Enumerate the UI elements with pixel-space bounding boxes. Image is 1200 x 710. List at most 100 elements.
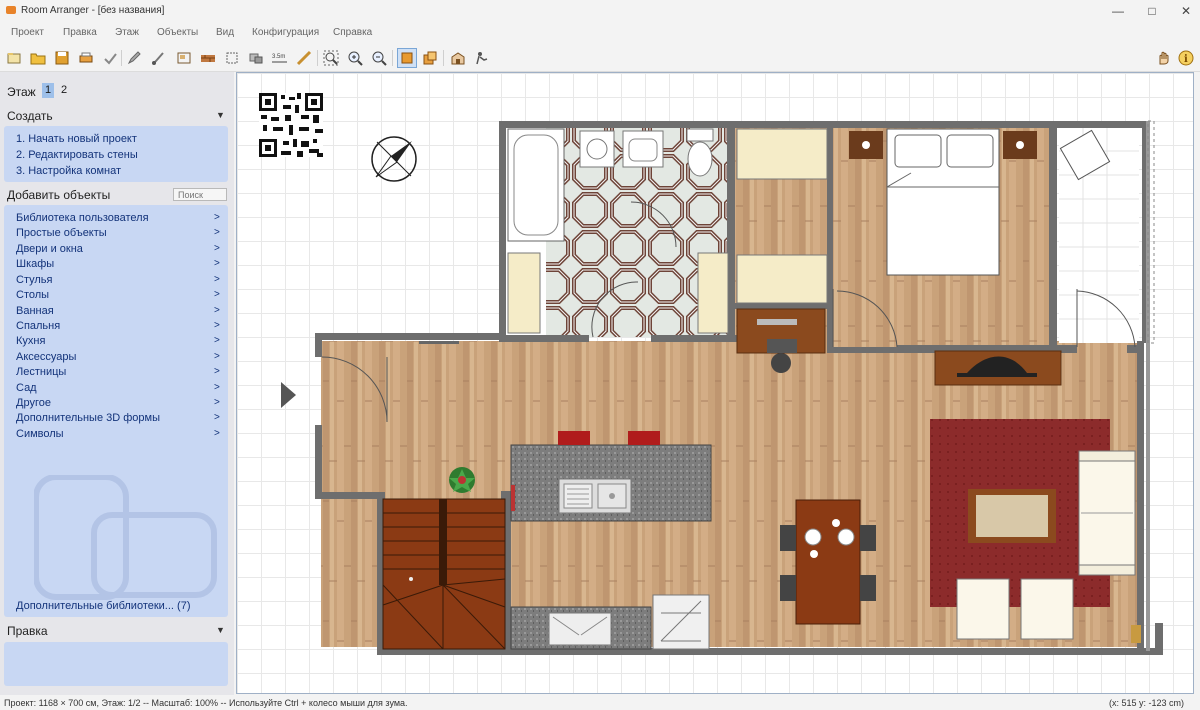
wall-icon[interactable] [199,49,217,67]
chevron-right-icon: > [214,320,220,331]
menu-config[interactable]: Конфигурация [252,27,319,38]
pencil-icon[interactable] [125,49,143,67]
chevron-right-icon: > [214,289,220,300]
wardrobe [736,254,828,304]
floor-tab-1[interactable]: 1 [42,83,54,98]
svg-text:i: i [1184,54,1188,65]
library-chairs[interactable]: Стулья [16,274,52,286]
window-title: Room Arranger - [без названия] [21,5,165,16]
collapse-arrow-icon[interactable]: ▼ [216,110,225,120]
menu-floor[interactable]: Этаж [115,27,139,38]
edit-section-title[interactable]: Правка [7,624,48,638]
create-item-room-settings[interactable]: 3. Настройка комнат [16,165,121,177]
create-section-title[interactable]: Создать [7,109,53,123]
lamp [1131,625,1141,643]
more-libraries-link[interactable]: Дополнительные библиотеки... (7) [16,600,190,612]
app-icon [6,6,16,14]
library-bathroom[interactable]: Ванная [16,305,54,317]
save-icon[interactable] [53,49,71,67]
search-input[interactable] [173,188,227,201]
desk [736,308,826,354]
open-folder-icon[interactable] [29,49,47,67]
minimize-button[interactable]: — [1101,2,1135,20]
menu-view[interactable]: Вид [216,27,234,38]
print-icon[interactable] [77,49,95,67]
menu-objects[interactable]: Объекты [157,27,198,38]
menu-project[interactable]: Проект [11,27,44,38]
toolbar-separator [121,50,122,66]
menu-help[interactable]: Справка [333,27,372,38]
walkthrough-icon[interactable] [473,49,491,67]
brush-icon[interactable] [149,49,167,67]
hand-tool-icon[interactable] [1154,49,1172,67]
3d-view-icon[interactable] [449,49,467,67]
ruler-icon[interactable] [295,49,313,67]
library-user[interactable]: Библиотека пользователя [16,212,149,224]
select-tool-icon[interactable] [101,49,119,67]
toilet [686,128,714,177]
chevron-right-icon: > [214,382,220,393]
toolbar-separator [443,50,444,66]
staircase [382,498,506,650]
menu-edit[interactable]: Правка [63,27,97,38]
plant-icon [449,467,475,493]
coffee-table [968,489,1056,543]
chevron-right-icon: > [214,305,220,316]
bath-cabinet [507,252,541,334]
bar-stool [628,431,660,445]
chevron-right-icon: > [214,366,220,377]
add-objects-title: Добавить объекты [7,188,111,202]
library-accessories[interactable]: Аксессуары [16,351,76,363]
zoom-in-icon[interactable] [346,49,364,67]
info-icon[interactable]: i [1177,49,1195,67]
watermark-logo [34,475,217,600]
menu-bar: Проект Правка Этаж Объекты Вид Конфигура… [0,24,1200,42]
library-stairs[interactable]: Лестницы [16,366,66,378]
armchair [1020,578,1074,640]
library-simple-objects[interactable]: Простые объекты [16,227,107,239]
library-kitchen[interactable]: Кухня [16,335,45,347]
library-bedroom[interactable]: Спальня [16,320,60,332]
library-tables[interactable]: Столы [16,289,49,301]
chevron-right-icon: > [214,335,220,346]
library-garden[interactable]: Сад [16,382,37,394]
status-bar: Проект: 1168 × 700 см, Этаж: 1/2 -- Масш… [0,696,1200,710]
close-button[interactable]: ✕ [1169,2,1200,20]
chevron-right-icon: > [214,274,220,285]
library-3d-shapes[interactable]: Дополнительные 3D формы [16,412,160,424]
layers-icon[interactable] [421,49,439,67]
measure-icon[interactable]: 3.5m [271,49,289,67]
entrance-arrow-icon [281,382,296,408]
toolbar-separator [392,50,393,66]
chevron-right-icon: > [214,227,220,238]
library-doors-windows[interactable]: Двери и окна [16,243,83,255]
chevron-right-icon: > [214,351,220,362]
create-item-new-project[interactable]: 1. Начать новый проект [16,133,137,145]
2d-view-icon[interactable] [397,48,417,68]
chevron-right-icon: > [214,428,220,439]
edit-section [4,642,228,686]
dimension-icon[interactable] [223,49,241,67]
kitchen-island [510,444,712,522]
svg-text:3.5m: 3.5m [272,54,285,60]
zoom-out-icon[interactable] [370,49,388,67]
group-icon[interactable] [247,49,265,67]
library-cabinets[interactable]: Шкафы [16,258,54,270]
floor-plan[interactable] [237,73,1193,693]
library-symbols[interactable]: Символы [16,428,64,440]
toolbar: 3.5m i [0,45,1200,72]
library-other[interactable]: Другое [16,397,51,409]
floor-tab-2[interactable]: 2 [58,83,70,98]
zoom-fit-icon[interactable] [322,49,340,67]
maximize-button[interactable]: □ [1135,2,1169,20]
tv-console [934,350,1062,386]
toolbar-separator [317,50,318,66]
chevron-right-icon: > [214,412,220,423]
new-file-icon[interactable] [5,49,23,67]
floor-plan-canvas[interactable] [236,72,1194,694]
create-item-edit-walls[interactable]: 2. Редактировать стены [16,149,138,161]
chevron-right-icon: > [214,397,220,408]
room-icon[interactable] [175,49,193,67]
collapse-arrow-icon[interactable]: ▼ [216,625,225,635]
bath-cabinet [697,252,729,334]
